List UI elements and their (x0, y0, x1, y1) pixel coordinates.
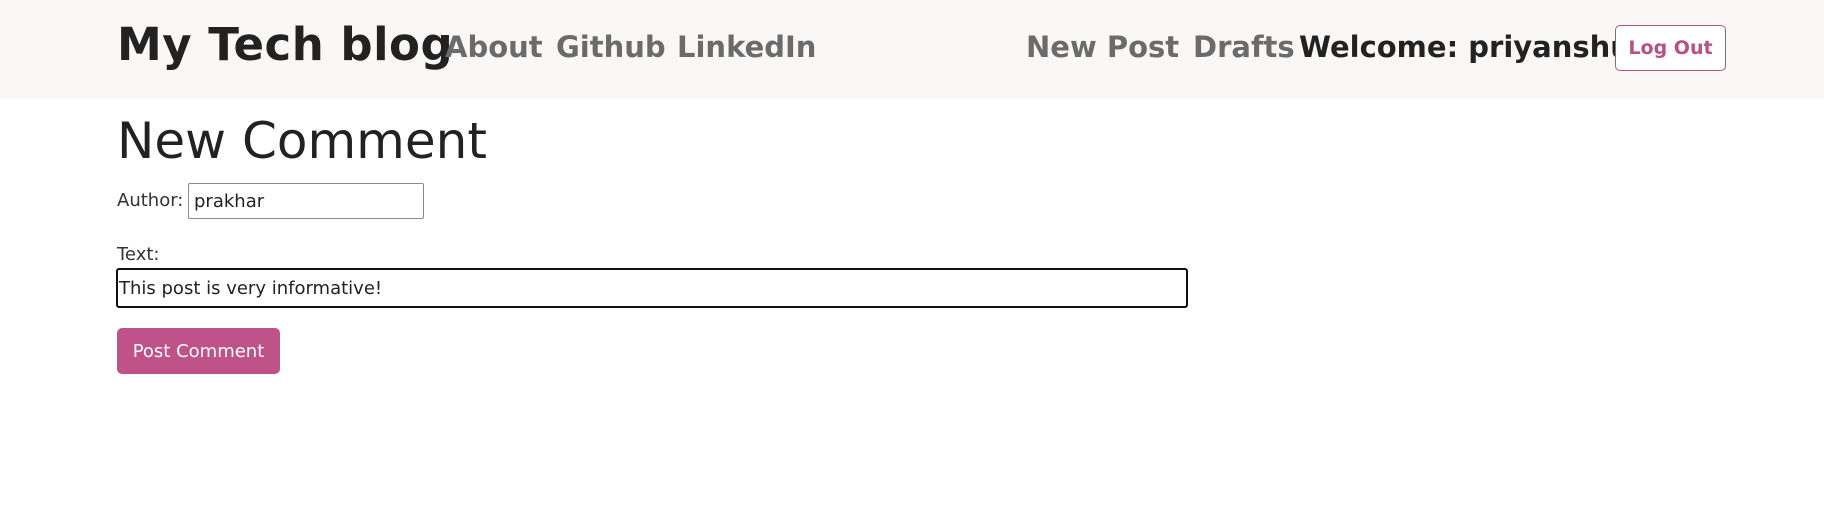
logout-button[interactable]: Log Out (1615, 25, 1726, 71)
nav-link-about[interactable]: About (445, 30, 543, 64)
brand-link[interactable]: My Tech blog (117, 18, 453, 71)
author-input[interactable] (188, 183, 424, 219)
post-comment-button[interactable]: Post Comment (117, 328, 280, 374)
nav-link-new-post[interactable]: New Post (1026, 30, 1179, 64)
nav-link-github[interactable]: Github (556, 30, 666, 64)
top-navbar: My Tech blog About Github LinkedIn New P… (0, 0, 1824, 99)
welcome-user-text: Welcome: priyanshu (1299, 30, 1631, 64)
page-title: New Comment (117, 112, 487, 170)
comment-text-input[interactable] (116, 268, 1188, 308)
author-label: Author: (117, 190, 184, 211)
text-label: Text: (117, 244, 160, 265)
nav-link-drafts[interactable]: Drafts (1193, 30, 1295, 64)
nav-link-linkedin[interactable]: LinkedIn (677, 30, 816, 64)
